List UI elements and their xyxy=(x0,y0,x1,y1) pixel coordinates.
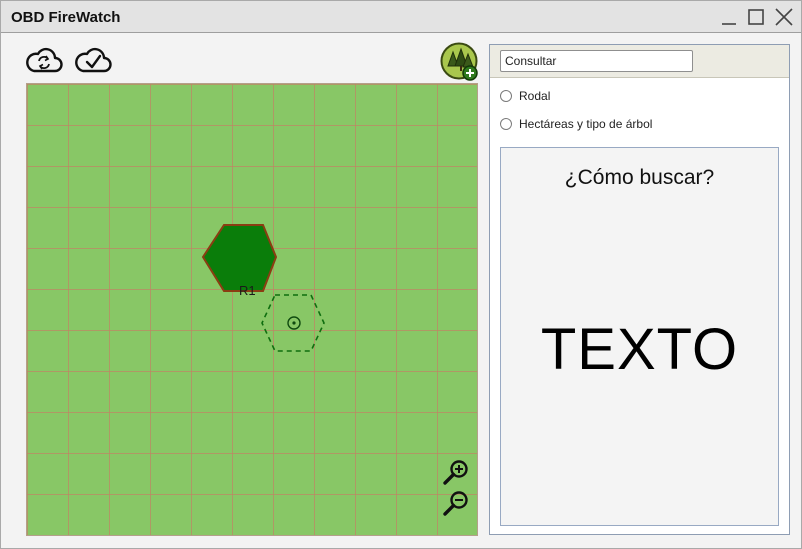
window-title: OBD FireWatch xyxy=(11,9,121,26)
cloud-sync-icon xyxy=(26,47,63,73)
forest-add-icon xyxy=(440,42,478,81)
help-title: ¿Cómo buscar? xyxy=(564,166,715,189)
zoom-out-button[interactable] xyxy=(442,489,470,517)
maximize-button[interactable] xyxy=(744,5,768,29)
map-overlay: R1 xyxy=(201,224,325,352)
sync-button[interactable] xyxy=(25,45,63,75)
app-window: OBD FireWatch R1 Consultar Rodal Hectáre… xyxy=(0,0,802,549)
forest-map[interactable]: R1 xyxy=(26,83,478,536)
crosshair-icon xyxy=(287,316,301,330)
confirm-button[interactable] xyxy=(74,45,112,75)
query-panel: Rodal Hectáreas y tipo de árbol ¿Cómo bu… xyxy=(489,44,790,535)
hex-cell-r1[interactable] xyxy=(201,224,278,292)
option-hectareas[interactable]: Hectáreas y tipo de árbol xyxy=(500,116,652,132)
add-forest-button[interactable] xyxy=(440,42,480,82)
help-text: TEXTO xyxy=(540,317,739,382)
query-input[interactable] xyxy=(500,50,693,72)
hex-label: R1 xyxy=(239,283,256,298)
minimize-icon xyxy=(722,23,736,25)
minimize-button[interactable] xyxy=(717,5,741,29)
zoom-in-icon xyxy=(443,460,468,485)
close-icon xyxy=(775,8,793,26)
option-label: Hectáreas y tipo de árbol xyxy=(519,117,653,131)
title-bar[interactable]: OBD FireWatch xyxy=(1,1,801,33)
close-button[interactable] xyxy=(772,5,796,29)
query-panel-header xyxy=(490,45,789,78)
maximize-icon xyxy=(748,9,764,25)
option-label: Rodal xyxy=(519,89,551,103)
radio-button[interactable] xyxy=(500,118,512,130)
zoom-out-icon xyxy=(443,491,468,516)
help-box: ¿Cómo buscar? TEXTO xyxy=(500,147,779,526)
cloud-check-icon xyxy=(75,47,112,73)
radio-button[interactable] xyxy=(500,90,512,102)
zoom-in-button[interactable] xyxy=(442,458,470,486)
option-rodal[interactable]: Rodal xyxy=(500,88,550,104)
